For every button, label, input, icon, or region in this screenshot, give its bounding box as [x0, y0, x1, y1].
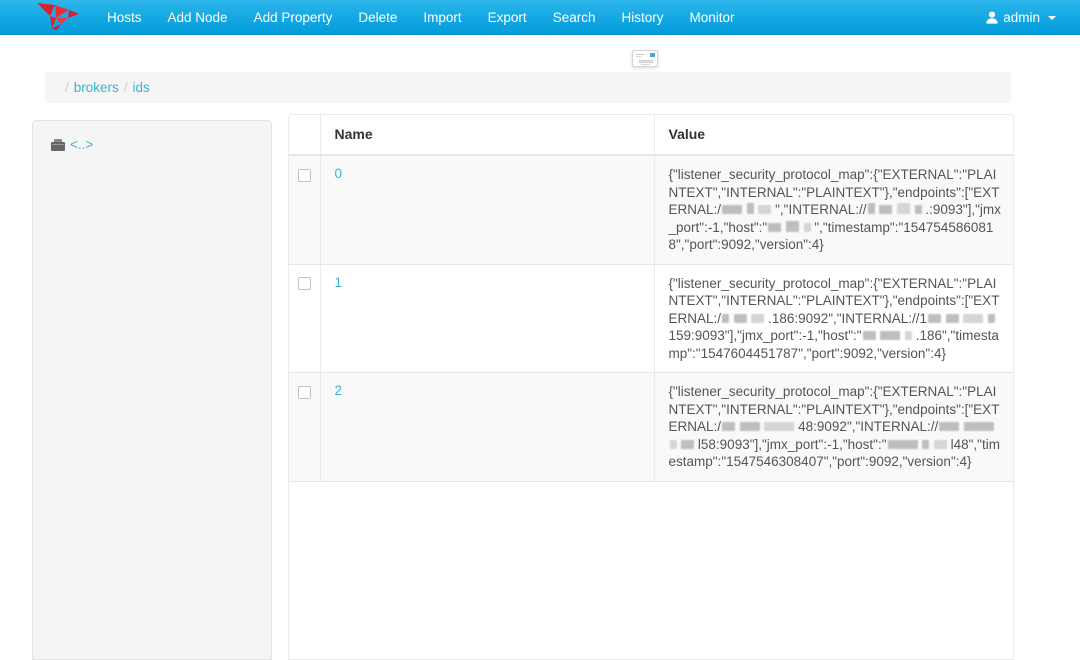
- redacted-ip-block: [758, 205, 772, 214]
- table-cell-name: 2: [320, 372, 655, 482]
- chevron-down-icon: [1048, 16, 1056, 20]
- breadcrumb-item-brokers[interactable]: brokers: [74, 80, 119, 95]
- table-cell-select: [289, 155, 321, 265]
- redacted-ip-block: [739, 422, 760, 431]
- redacted-ip-block: [862, 331, 876, 340]
- node-tree-panel: <..>: [32, 120, 272, 660]
- redacted-ip-block: [896, 203, 910, 214]
- redacted-ip-block: [964, 422, 994, 431]
- broker-json-value: {"listener_security_protocol_map":{"EXTE…: [668, 384, 1000, 469]
- column-header-value: Value: [654, 115, 1013, 156]
- row-checkbox[interactable]: [297, 277, 311, 291]
- redacted-ip-block: [988, 313, 996, 323]
- redacted-ip-block: [880, 331, 901, 340]
- redacted-ip-block: [768, 222, 782, 232]
- table-cell-select: [289, 264, 321, 373]
- row-checkbox[interactable]: [297, 385, 311, 399]
- table-row: 1 {"listener_security_protocol_map":{"EXT…: [289, 264, 1013, 373]
- redacted-ip-block: [922, 439, 930, 449]
- table-cell-value: {"listener_security_protocol_map":{"EXTE…: [654, 264, 1013, 373]
- table-row: 0 {"listener_security_protocol_map":{"EXT…: [289, 155, 1013, 265]
- column-header-name: Name: [320, 115, 655, 156]
- node-link[interactable]: 2: [335, 383, 343, 398]
- table-row: 2 {"listener_security_protocol_map":{"EXT…: [289, 372, 1013, 482]
- nav-item-history[interactable]: History: [608, 0, 676, 35]
- card-field-box: [639, 60, 653, 63]
- breadcrumb-item-ids[interactable]: ids: [133, 80, 150, 95]
- table-head: Name Value: [289, 115, 1013, 156]
- properties-table: Name Value 0 {"listener_security_protocol…: [289, 115, 1013, 482]
- red-bird-logo-icon: [37, 3, 79, 30]
- broker-json-value: {"listener_security_protocol_map":{"EXTE…: [668, 275, 1000, 361]
- tree-item-parent[interactable]: <..>: [33, 121, 271, 152]
- redacted-ip-block: [785, 220, 799, 232]
- broker-json-value: {"listener_security_protocol_map":{"EXTE…: [668, 167, 1001, 252]
- nav-item-delete[interactable]: Delete: [345, 0, 410, 35]
- user-menu[interactable]: admin: [986, 10, 1056, 25]
- nav-item-search[interactable]: Search: [540, 0, 609, 35]
- redacted-ip-block: [928, 313, 942, 323]
- card-line-2: [636, 56, 641, 57]
- table-body: 0 {"listener_security_protocol_map":{"EXT…: [289, 155, 1013, 482]
- redacted-ip-block: [887, 439, 918, 449]
- card-line-3: [641, 64, 650, 65]
- redacted-ip-block: [914, 205, 922, 214]
- redacted-ip-block: [867, 203, 875, 214]
- redacted-ip-block: [933, 439, 947, 449]
- nav-item-hosts[interactable]: Hosts: [94, 0, 155, 35]
- properties-table-panel: Name Value 0 {"listener_security_protocol…: [288, 114, 1014, 660]
- redacted-ip-block: [803, 222, 811, 232]
- redacted-ip-block: [879, 205, 893, 214]
- redacted-ip-block: [764, 422, 795, 431]
- nav-item-export[interactable]: Export: [475, 0, 540, 35]
- table-header-row: Name Value: [289, 115, 1013, 156]
- redacted-ip-block: [746, 203, 754, 214]
- top-navbar: Hosts Add Node Add Property Delete Impor…: [0, 0, 1080, 35]
- table-cell-name: 1: [320, 264, 655, 373]
- node-link[interactable]: 0: [335, 166, 343, 181]
- redacted-ip-block: [905, 331, 913, 340]
- breadcrumb-separator: /: [65, 80, 69, 95]
- navbar-menu: Hosts Add Node Add Property Delete Impor…: [94, 0, 748, 35]
- user-icon: [986, 11, 998, 24]
- redacted-ip-block: [733, 313, 747, 323]
- brand-logo[interactable]: [22, 0, 94, 35]
- card-accent-block: [650, 53, 655, 57]
- column-header-select: [289, 115, 321, 156]
- row-checkbox[interactable]: [297, 168, 311, 182]
- redacted-ip-block: [669, 439, 677, 449]
- tree-item-label[interactable]: <..>: [70, 137, 93, 152]
- redacted-ip-block: [939, 422, 960, 431]
- nav-item-import[interactable]: Import: [410, 0, 474, 35]
- node-link[interactable]: 1: [335, 275, 343, 290]
- folder-icon: [51, 138, 65, 151]
- breadcrumb: / brokers / ids: [45, 72, 1011, 103]
- table-cell-value: {"listener_security_protocol_map":{"EXTE…: [654, 155, 1013, 265]
- redacted-ip-block: [751, 313, 765, 323]
- redacted-ip-block: [945, 313, 959, 323]
- redacted-ip-block: [722, 313, 730, 323]
- table-cell-value: {"listener_security_protocol_map":{"EXTE…: [654, 372, 1013, 482]
- redacted-ip-block: [722, 205, 743, 214]
- redacted-ip-block: [963, 313, 984, 323]
- redacted-ip-block: [681, 439, 695, 449]
- nav-item-add-property[interactable]: Add Property: [241, 0, 346, 35]
- card-line-1: [636, 54, 644, 55]
- nav-item-monitor[interactable]: Monitor: [676, 0, 747, 35]
- user-menu-label: admin: [1003, 9, 1040, 25]
- redacted-ip-block: [722, 422, 736, 431]
- table-cell-name: 0: [320, 155, 655, 265]
- nav-item-add-node[interactable]: Add Node: [155, 0, 241, 35]
- breadcrumb-separator: /: [123, 80, 128, 95]
- card-preview-icon: [632, 50, 658, 67]
- table-cell-select: [289, 372, 321, 482]
